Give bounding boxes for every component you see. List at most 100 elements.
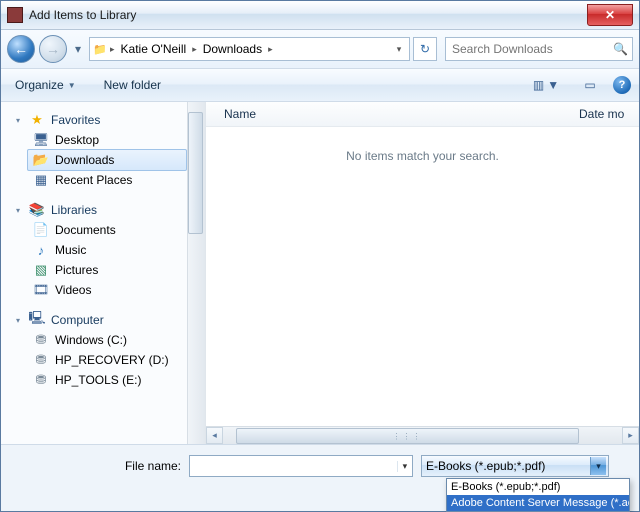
scrollbar-thumb[interactable] — [188, 112, 203, 234]
pictures-icon: ▧ — [33, 262, 49, 278]
dialog-footer: File name: ▾ E-Books (*.epub;*.pdf) ▾ E-… — [1, 444, 639, 511]
filename-input[interactable]: ▾ — [189, 455, 413, 477]
navpane-scrollbar[interactable] — [187, 102, 205, 444]
tree-label: HP_RECOVERY (D:) — [55, 353, 169, 367]
organize-button[interactable]: Organize ▼ — [9, 75, 82, 95]
tree-label: Windows (C:) — [55, 333, 127, 347]
empty-message: No items match your search. — [346, 149, 499, 163]
tree-item-documents[interactable]: 📄 Documents — [5, 220, 205, 240]
nav-forward-button[interactable]: → — [39, 35, 67, 63]
filename-history-button[interactable]: ▾ — [397, 461, 412, 472]
chevron-down-icon: ▼ — [547, 78, 559, 92]
refresh-button[interactable]: ↻ — [413, 37, 437, 61]
scroll-right-button[interactable]: ▸ — [622, 427, 639, 444]
tree-label: Music — [55, 243, 86, 257]
tree-label: Documents — [55, 223, 116, 237]
scrollbar-thumb[interactable]: ⋮⋮⋮ — [236, 428, 579, 444]
toolbar-icons: ▥ ▼ ▭ ? — [525, 74, 631, 96]
breadcrumb-segment[interactable]: Katie O'Neill — [117, 42, 191, 56]
close-icon: ✕ — [605, 8, 615, 22]
list-body: No items match your search. — [206, 127, 639, 426]
tree-label: Desktop — [55, 133, 99, 147]
tree-item-recent[interactable]: ▦ Recent Places — [5, 170, 205, 190]
breadcrumb-segment[interactable]: Downloads — [199, 42, 266, 56]
view-mode-button[interactable]: ▥ ▼ — [525, 74, 567, 96]
tree-header-favorites[interactable]: ▾ ★ Favorites — [5, 110, 205, 130]
chevron-right-icon: ▸ — [110, 44, 115, 55]
tree-label: Pictures — [55, 263, 98, 277]
tree-item-drive-c[interactable]: ⛃ Windows (C:) — [5, 330, 205, 350]
chevron-right-icon: ▸ — [268, 44, 273, 55]
expander-icon[interactable]: ▾ — [13, 316, 23, 325]
view-icon: ▥ — [533, 78, 544, 92]
folder-icon: 📁 — [92, 41, 108, 57]
tree-item-music[interactable]: ♪ Music — [5, 240, 205, 260]
tree-item-desktop[interactable]: 🖥 Desktop — [5, 130, 205, 150]
tree-label: Recent Places — [55, 173, 132, 187]
filetype-dropdown-button[interactable]: ▾ — [590, 457, 606, 475]
new-folder-button[interactable]: New folder — [98, 75, 167, 95]
tree-group-computer: ▾ 🖳 Computer ⛃ Windows (C:) ⛃ HP_RECOVER… — [5, 310, 205, 390]
arrow-right-icon: → — [46, 42, 60, 56]
search-field[interactable] — [450, 41, 609, 57]
chevron-down-icon: ▾ — [75, 42, 81, 56]
nav-history-button[interactable]: ▾ — [71, 36, 85, 62]
libraries-icon: 📚 — [29, 202, 45, 218]
new-folder-label: New folder — [104, 78, 161, 92]
filetype-dropdown-list[interactable]: E-Books (*.epub;*.pdf) Adobe Content Ser… — [446, 478, 630, 512]
tree-label: Computer — [51, 313, 104, 327]
filetype-option[interactable]: Adobe Content Server Message (*.acsm) — [447, 495, 629, 511]
tree-label: Videos — [55, 283, 91, 297]
expander-icon[interactable]: ▾ — [13, 116, 23, 125]
organize-label: Organize — [15, 78, 64, 92]
list-hscrollbar[interactable]: ◂ ⋮⋮⋮ ▸ — [206, 426, 639, 444]
tree-label: Favorites — [51, 113, 100, 127]
tree-label: Downloads — [55, 153, 114, 167]
desktop-icon: 🖥 — [33, 132, 49, 148]
list-view: Name Date mo No items match your search.… — [206, 102, 639, 444]
search-input[interactable]: 🔍 — [445, 37, 633, 61]
chevron-down-icon: ▾ — [596, 461, 601, 472]
close-button[interactable]: ✕ — [587, 4, 633, 26]
drive-icon: ⛃ — [33, 372, 49, 388]
column-header-name[interactable]: Name — [224, 107, 579, 121]
folder-open-icon: 📂 — [33, 152, 49, 168]
tree-label: Libraries — [51, 203, 97, 217]
scroll-left-button[interactable]: ◂ — [206, 427, 223, 444]
tree-item-videos[interactable]: 🎞 Videos — [5, 280, 205, 300]
nav-back-button[interactable]: ← — [7, 35, 35, 63]
tree-item-pictures[interactable]: ▧ Pictures — [5, 260, 205, 280]
toolbar: Organize ▼ New folder ▥ ▼ ▭ ? — [1, 69, 639, 102]
column-headers: Name Date mo — [206, 102, 639, 127]
help-button[interactable]: ? — [613, 76, 631, 94]
document-icon: 📄 — [33, 222, 49, 238]
filetype-combobox[interactable]: E-Books (*.epub;*.pdf) ▾ — [421, 455, 609, 477]
help-icon: ? — [619, 79, 626, 91]
expander-icon[interactable]: ▾ — [13, 206, 23, 215]
dialog-body: ▾ ★ Favorites 🖥 Desktop 📂 Downloads ▦ Re… — [1, 102, 639, 444]
arrow-left-icon: ← — [14, 42, 28, 56]
chevron-right-icon: ▸ — [192, 44, 197, 55]
navigation-pane: ▾ ★ Favorites 🖥 Desktop 📂 Downloads ▦ Re… — [1, 102, 206, 444]
tree-header-computer[interactable]: ▾ 🖳 Computer — [5, 310, 205, 330]
titlebar: Add Items to Library ✕ — [1, 1, 639, 30]
filetype-selected: E-Books (*.epub;*.pdf) — [426, 459, 588, 473]
search-icon: 🔍 — [613, 42, 628, 56]
filetype-option[interactable]: E-Books (*.epub;*.pdf) — [447, 479, 629, 495]
preview-pane-button[interactable]: ▭ — [577, 75, 603, 95]
column-header-date[interactable]: Date mo — [579, 107, 639, 121]
chevron-down-icon: ▼ — [68, 81, 76, 90]
drive-icon: ⛃ — [33, 352, 49, 368]
star-icon: ★ — [29, 112, 45, 128]
tree-item-downloads[interactable]: 📂 Downloads — [27, 149, 187, 171]
breadcrumb-dropdown[interactable]: ▾ — [391, 44, 407, 55]
breadcrumb[interactable]: 📁 ▸ Katie O'Neill ▸ Downloads ▸ ▾ — [89, 37, 410, 61]
tree-header-libraries[interactable]: ▾ 📚 Libraries — [5, 200, 205, 220]
recent-icon: ▦ — [33, 172, 49, 188]
filename-label: File name: — [11, 459, 181, 473]
filename-field[interactable] — [190, 459, 397, 473]
tree-item-drive-d[interactable]: ⛃ HP_RECOVERY (D:) — [5, 350, 205, 370]
tree-item-drive-e[interactable]: ⛃ HP_TOOLS (E:) — [5, 370, 205, 390]
computer-icon: 🖳 — [29, 312, 45, 328]
list-pane: Name Date mo No items match your search.… — [206, 102, 639, 444]
